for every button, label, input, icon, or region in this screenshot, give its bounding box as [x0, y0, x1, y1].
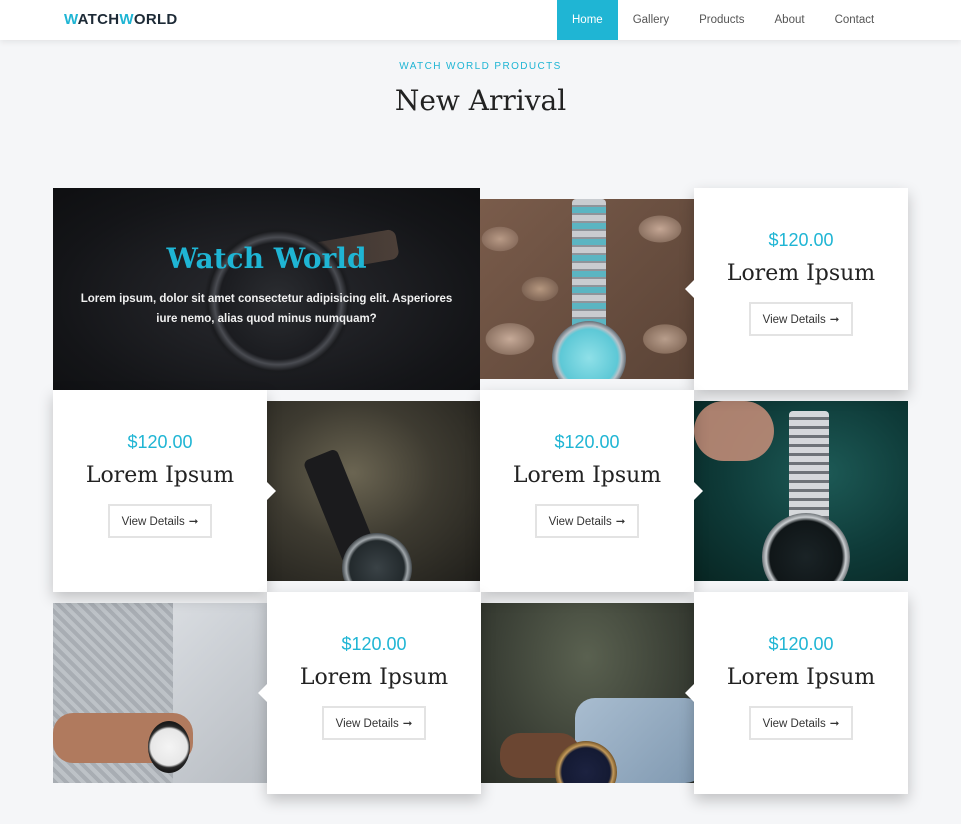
view-details-label: View Details	[762, 718, 826, 730]
watch-face	[762, 513, 850, 581]
watch-face	[552, 321, 626, 379]
view-details-button[interactable]: View Details ➞	[321, 706, 427, 740]
arrow-right-icon: ➞	[188, 516, 199, 528]
hero-text: Lorem ipsum, dolor sit amet consectetur …	[80, 293, 453, 325]
product-name: Lorem Ipsum	[726, 665, 876, 690]
nav-item-gallery[interactable]: Gallery	[618, 0, 684, 40]
section-eyebrow: WATCH WORLD PRODUCTS	[399, 61, 562, 72]
logo-letter-w2: W	[119, 11, 134, 28]
nav-menu: Home Gallery Products About Contact	[557, 0, 889, 40]
view-details-label: View Details	[335, 718, 399, 730]
product-card-1: $120.00 Lorem Ipsum View Details ➞	[685, 188, 908, 390]
logo-text-atch: ATCH	[77, 11, 120, 28]
product-card-4: $120.00 Lorem Ipsum View Details ➞	[258, 592, 481, 794]
view-details-label: View Details	[121, 516, 185, 528]
view-details-label: View Details	[762, 314, 826, 326]
logo-letter-w: W	[64, 11, 78, 28]
nav-item-contact[interactable]: Contact	[820, 0, 890, 40]
product-name: Lorem Ipsum	[726, 261, 876, 286]
product-card-3: $120.00 Lorem Ipsum View Details ➞	[480, 390, 703, 592]
view-details-label: View Details	[548, 516, 612, 528]
arrow-right-icon: ➞	[402, 718, 413, 730]
watch-face	[148, 721, 190, 773]
product-price: $120.00	[768, 634, 834, 654]
nav-item-products[interactable]: Products	[684, 0, 759, 40]
product-name: Lorem Ipsum	[512, 463, 662, 488]
navbar: WATCHWORLD Home Gallery Products About C…	[0, 0, 961, 40]
product-name: Lorem Ipsum	[85, 463, 235, 488]
logo[interactable]: WATCHWORLD	[64, 11, 178, 28]
nav-item-about[interactable]: About	[760, 0, 820, 40]
product-price: $120.00	[768, 230, 834, 250]
section-title: New Arrival	[394, 84, 567, 117]
product-grid: Watch World Lorem ipsum, dolor sit amet …	[53, 188, 908, 794]
hero-title: Watch World	[166, 242, 367, 275]
product-card-5: $120.00 Lorem Ipsum View Details ➞	[685, 592, 908, 794]
arrow-right-icon: ➞	[615, 516, 626, 528]
nav-item-home[interactable]: Home	[557, 0, 618, 40]
view-details-button[interactable]: View Details ➞	[107, 504, 213, 538]
view-details-button[interactable]: View Details ➞	[534, 504, 640, 538]
view-details-button[interactable]: View Details ➞	[748, 706, 854, 740]
product-price: $120.00	[127, 432, 193, 452]
product-photo-3[interactable]	[694, 401, 908, 581]
product-photo-5[interactable]	[480, 603, 694, 783]
hero-banner: Watch World Lorem ipsum, dolor sit amet …	[53, 188, 480, 390]
product-card-2: $120.00 Lorem Ipsum View Details ➞	[53, 390, 276, 592]
arrow-right-icon: ➞	[829, 718, 840, 730]
hand	[694, 401, 774, 461]
view-details-button[interactable]: View Details ➞	[748, 302, 854, 336]
product-price: $120.00	[341, 634, 407, 654]
arrow-right-icon: ➞	[829, 314, 840, 326]
product-price: $120.00	[554, 432, 620, 452]
product-photo-1[interactable]	[480, 199, 694, 379]
product-photo-4[interactable]	[53, 603, 267, 783]
product-photo-2[interactable]	[267, 401, 481, 581]
product-name: Lorem Ipsum	[299, 665, 449, 690]
logo-text-orld: ORLD	[133, 11, 178, 28]
